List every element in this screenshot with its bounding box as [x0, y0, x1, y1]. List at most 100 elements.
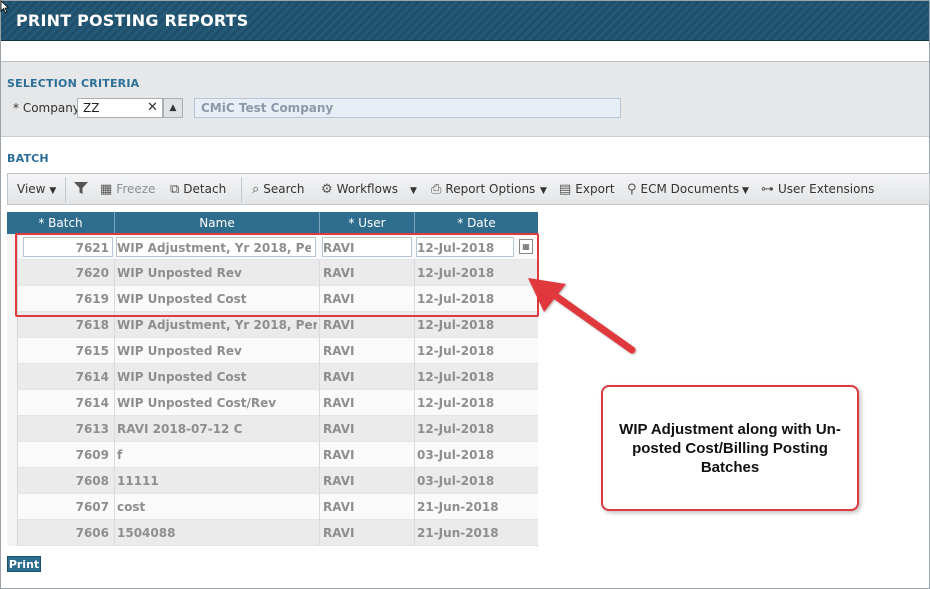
- table-row[interactable]: 7614 WIP Unposted Cost RAVI 12-Jul-2018: [7, 364, 538, 390]
- user-cell: RAVI: [323, 474, 355, 488]
- table-row[interactable]: 7609 f RAVI 03-Jul-2018: [7, 442, 538, 468]
- row-selector[interactable]: [7, 520, 18, 546]
- cell-divider: [114, 468, 115, 494]
- row-selector[interactable]: [7, 416, 18, 442]
- user-cell: RAVI: [323, 344, 355, 358]
- date-cell: 03-Jul-2018: [417, 474, 495, 488]
- name-cell: WIP Adjustment, Yr 2018, Per 7: [117, 318, 317, 332]
- date-cell: 21-Jun-2018: [417, 500, 499, 514]
- cell-divider: [114, 494, 115, 520]
- name-cell: 11111: [117, 474, 159, 488]
- mouse-cursor-icon: [0, 0, 10, 14]
- cell-divider: [114, 442, 115, 468]
- cell-divider: [414, 390, 415, 416]
- print-button[interactable]: Print: [7, 556, 41, 572]
- company-label: * Company: [13, 101, 80, 115]
- filter-button[interactable]: [74, 182, 88, 196]
- name-cell: 1504088: [117, 526, 176, 540]
- report-options-dropdown[interactable]: ▼: [540, 182, 547, 196]
- cell-divider: [414, 338, 415, 364]
- batch-cell: 7613: [75, 422, 109, 436]
- name-cell: WIP Unposted Rev: [117, 344, 242, 358]
- batch-cell: 7606: [75, 526, 109, 540]
- batch-cell: 7614: [75, 370, 109, 384]
- user-cell: RAVI: [323, 448, 355, 462]
- column-header-name[interactable]: Name: [115, 216, 319, 230]
- batch-cell: 7618: [75, 318, 109, 332]
- workflows-dropdown[interactable]: ▼: [410, 182, 417, 196]
- table-row[interactable]: 7608 11111 RAVI 03-Jul-2018: [7, 468, 538, 494]
- user-cell: RAVI: [323, 396, 355, 410]
- batch-heading: BATCH: [7, 152, 49, 165]
- export-button[interactable]: ▤ Export: [559, 182, 615, 197]
- cell-divider: [414, 416, 415, 442]
- user-cell: RAVI: [323, 318, 355, 332]
- user-cell: RAVI: [323, 526, 355, 540]
- date-cell: 03-Jul-2018: [417, 448, 495, 462]
- chevron-down-icon: ▼: [410, 186, 417, 196]
- column-header-user[interactable]: * User: [320, 216, 414, 230]
- toolbar-divider: [65, 177, 66, 203]
- user-extensions-button[interactable]: ⊶ User Extensions: [761, 182, 874, 197]
- detach-button[interactable]: ⧉ Detach: [170, 182, 226, 197]
- user-cell: RAVI: [323, 422, 355, 436]
- batch-cell: 7609: [75, 448, 109, 462]
- cell-divider: [114, 390, 115, 416]
- row-selector[interactable]: [7, 468, 18, 494]
- table-row[interactable]: 7607 cost RAVI 21-Jun-2018: [7, 494, 538, 520]
- hierarchy-icon: ⊶: [761, 182, 774, 197]
- lov-up-arrow-icon[interactable]: ▲: [163, 98, 183, 118]
- view-menu[interactable]: View ▼: [17, 182, 56, 196]
- batch-cell: 7607: [75, 500, 109, 514]
- date-cell: 21-Jun-2018: [417, 526, 499, 540]
- row-selector[interactable]: [7, 494, 18, 520]
- company-value: ZZ: [83, 101, 100, 115]
- column-header-date[interactable]: * Date: [415, 216, 538, 230]
- cell-divider: [319, 416, 320, 442]
- date-cell: 12-Jul-2018: [417, 344, 495, 358]
- freeze-button[interactable]: ▦ Freeze: [100, 182, 155, 197]
- cell-divider: [114, 364, 115, 390]
- date-cell: 12-Jul-2018: [417, 422, 495, 436]
- chevron-down-icon: ▼: [540, 186, 547, 196]
- cell-divider: [414, 442, 415, 468]
- workflows-gear-icon: ⚙: [321, 182, 333, 197]
- user-cell: RAVI: [323, 500, 355, 514]
- table-row[interactable]: 7615 WIP Unposted Rev RAVI 12-Jul-2018: [7, 338, 538, 364]
- export-icon: ▤: [559, 182, 572, 197]
- view-label: View: [17, 182, 46, 196]
- detach-icon: ⧉: [170, 182, 180, 197]
- ecm-documents-button[interactable]: ⚲ ECM Documents: [627, 182, 739, 197]
- cell-divider: [319, 390, 320, 416]
- freeze-icon: ▦: [100, 182, 113, 197]
- clear-icon[interactable]: ✕: [147, 100, 158, 115]
- batch-cell: 7615: [75, 344, 109, 358]
- annotation-callout: WIP Adjustment along with Un-posted Cost…: [601, 385, 859, 511]
- row-selector[interactable]: [7, 390, 18, 416]
- workflows-button[interactable]: ⚙ Workflows: [321, 182, 398, 197]
- table-row[interactable]: 7613 RAVI 2018-07-12 C RAVI 12-Jul-2018: [7, 416, 538, 442]
- user-extensions-label: User Extensions: [778, 182, 875, 196]
- ecm-documents-dropdown[interactable]: ▼: [742, 182, 749, 196]
- row-selector[interactable]: [7, 364, 18, 390]
- cell-divider: [319, 468, 320, 494]
- selection-criteria-heading: SELECTION CRITERIA: [7, 77, 140, 90]
- report-options-button[interactable]: ⎙ Report Options: [431, 182, 535, 197]
- batch-cell: 7608: [75, 474, 109, 488]
- cell-divider: [319, 494, 320, 520]
- search-label: Search: [263, 182, 305, 196]
- table-row[interactable]: 7606 1504088 RAVI 21-Jun-2018: [7, 520, 538, 546]
- row-selector[interactable]: [7, 338, 18, 364]
- search-button[interactable]: ⌕ Search: [252, 182, 305, 197]
- table-row[interactable]: 7614 WIP Unposted Cost/Rev RAVI 12-Jul-2…: [7, 390, 538, 416]
- row-selector[interactable]: [7, 442, 18, 468]
- company-name-field: CMiC Test Company: [194, 98, 621, 118]
- name-cell: cost: [117, 500, 146, 514]
- name-cell: WIP Unposted Cost: [117, 370, 247, 384]
- cell-divider: [319, 364, 320, 390]
- date-cell: 12-Jul-2018: [417, 396, 495, 410]
- ecm-pin-icon: ⚲: [627, 182, 637, 197]
- column-header-batch[interactable]: * Batch: [7, 216, 114, 230]
- cell-divider: [414, 364, 415, 390]
- date-cell: 12-Jul-2018: [417, 370, 495, 384]
